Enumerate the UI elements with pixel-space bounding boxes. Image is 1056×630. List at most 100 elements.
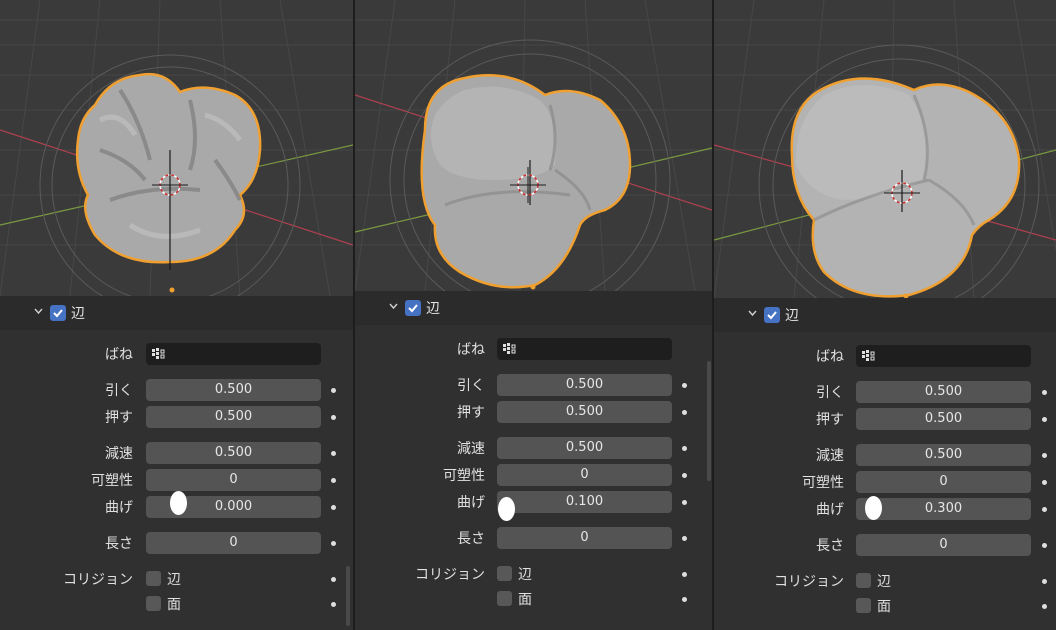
keyframe-dot[interactable] (682, 473, 687, 478)
plasticity-field[interactable]: 0 (856, 471, 1031, 493)
3d-viewport[interactable] (0, 0, 353, 296)
section-enable-checkbox[interactable] (50, 305, 66, 321)
keyframe-dot[interactable] (1042, 579, 1047, 584)
section-enable-checkbox[interactable] (405, 300, 421, 316)
collision-edge-checkbox[interactable] (497, 566, 512, 581)
section-header[interactable]: 辺 (714, 298, 1056, 332)
keyframe-dot[interactable] (1042, 390, 1047, 395)
length-label: 長さ (105, 536, 133, 552)
keyframe-dot[interactable] (331, 388, 336, 393)
collision-label: コリジョン (415, 567, 485, 583)
keyframe-dot[interactable] (1042, 453, 1047, 458)
mouse-pointer (865, 496, 882, 520)
damping-label: 減速 (816, 448, 844, 464)
mouse-pointer (170, 491, 187, 515)
collision-edge-checkbox[interactable] (856, 573, 871, 588)
scrollbar[interactable] (346, 566, 350, 626)
section-header[interactable]: 辺 (355, 291, 712, 325)
keyframe-dot[interactable] (682, 597, 687, 602)
collision-label: コリジョン (774, 574, 844, 590)
spring-vertex-group-field[interactable] (497, 338, 672, 360)
bending-label: 曲げ (457, 495, 485, 511)
compression-field[interactable]: 0.500 (497, 401, 672, 423)
compression-field[interactable]: 0.500 (146, 406, 321, 428)
keyframe-dot[interactable] (1042, 480, 1047, 485)
keyframe-dot[interactable] (331, 541, 336, 546)
collision-face-label: 面 (167, 597, 181, 613)
keyframe-dot[interactable] (1042, 604, 1047, 609)
plasticity-field[interactable]: 0 (497, 464, 672, 486)
keyframe-dot[interactable] (682, 410, 687, 415)
spring-vertex-group-field[interactable] (146, 343, 321, 365)
cloth-shape-panel: 辺 ばね 引く 0.500 押す 0.500 減速 0.500 可塑性 0 曲げ… (355, 291, 712, 630)
bending-field[interactable]: 0.300 (856, 498, 1031, 520)
collision-edge-label: 辺 (877, 574, 891, 590)
section-title: 辺 (426, 301, 440, 317)
length-field[interactable]: 0 (146, 532, 321, 554)
plasticity-label: 可塑性 (443, 468, 485, 484)
checkmark-icon (767, 311, 777, 320)
bending-label: 曲げ (105, 500, 133, 516)
mouse-pointer (498, 497, 515, 521)
collision-face-label: 面 (518, 592, 532, 608)
vertex-group-icon (862, 350, 875, 361)
collision-face-label: 面 (877, 599, 891, 615)
collision-edge-label: 辺 (518, 567, 532, 583)
length-field[interactable]: 0 (856, 534, 1031, 556)
section-header[interactable]: 辺 (0, 296, 353, 330)
keyframe-dot[interactable] (682, 536, 687, 541)
length-field[interactable]: 0 (497, 527, 672, 549)
plasticity-label: 可塑性 (802, 475, 844, 491)
checkmark-icon (53, 309, 63, 318)
length-label: 長さ (816, 538, 844, 554)
keyframe-dot[interactable] (682, 500, 687, 505)
collision-edge-checkbox[interactable] (146, 571, 161, 586)
tension-field[interactable]: 0.500 (497, 374, 672, 396)
collision-edge-label: 辺 (167, 572, 181, 588)
collision-face-checkbox[interactable] (146, 596, 161, 611)
length-label: 長さ (457, 531, 485, 547)
spring-label: ばね (105, 347, 133, 363)
compression-field[interactable]: 0.500 (856, 408, 1031, 430)
keyframe-dot[interactable] (331, 602, 336, 607)
keyframe-dot[interactable] (331, 415, 336, 420)
tension-field[interactable]: 0.500 (856, 381, 1031, 403)
keyframe-dot[interactable] (331, 451, 336, 456)
tension-field[interactable]: 0.500 (146, 379, 321, 401)
damping-field[interactable]: 0.500 (856, 444, 1031, 466)
chevron-down-icon[interactable] (748, 309, 757, 318)
keyframe-dot[interactable] (682, 446, 687, 451)
3d-viewport[interactable] (355, 0, 712, 291)
collision-face-checkbox[interactable] (497, 591, 512, 606)
chevron-down-icon[interactable] (34, 307, 43, 316)
plasticity-field[interactable]: 0 (146, 469, 321, 491)
damping-field[interactable]: 0.500 (146, 442, 321, 464)
damping-field[interactable]: 0.500 (497, 437, 672, 459)
scrollbar[interactable] (707, 361, 711, 481)
chevron-down-icon[interactable] (389, 302, 398, 311)
cloth-shape-panel: 辺 ばね 引く 0.500 押す 0.500 減速 0.500 可塑性 0 曲げ… (714, 298, 1056, 630)
keyframe-dot[interactable] (1042, 417, 1047, 422)
keyframe-dot[interactable] (1042, 507, 1047, 512)
collision-face-checkbox[interactable] (856, 598, 871, 613)
keyframe-dot[interactable] (331, 577, 336, 582)
vertex-group-icon (152, 348, 165, 359)
3d-viewport[interactable] (714, 0, 1056, 298)
keyframe-dot[interactable] (331, 505, 336, 510)
comparison-column-3: 辺 ばね 引く 0.500 押す 0.500 減速 0.500 可塑性 0 曲げ… (714, 0, 1056, 630)
keyframe-dot[interactable] (682, 383, 687, 388)
keyframe-dot[interactable] (682, 572, 687, 577)
spring-label: ばね (457, 342, 485, 358)
plasticity-label: 可塑性 (91, 473, 133, 489)
tension-label: 引く (457, 378, 485, 394)
spring-label: ばね (816, 349, 844, 365)
bending-field[interactable]: 0.100 (497, 491, 672, 513)
compression-label: 押す (816, 412, 844, 428)
keyframe-dot[interactable] (1042, 543, 1047, 548)
section-title: 辺 (71, 306, 85, 322)
spring-vertex-group-field[interactable] (856, 345, 1031, 367)
keyframe-dot[interactable] (331, 478, 336, 483)
cloth-shape-panel: 辺 ばね 引く 0.500 押す 0.500 減速 0.500 可塑性 0 曲げ… (0, 296, 353, 630)
section-enable-checkbox[interactable] (764, 307, 780, 323)
origin-dot (530, 284, 536, 290)
